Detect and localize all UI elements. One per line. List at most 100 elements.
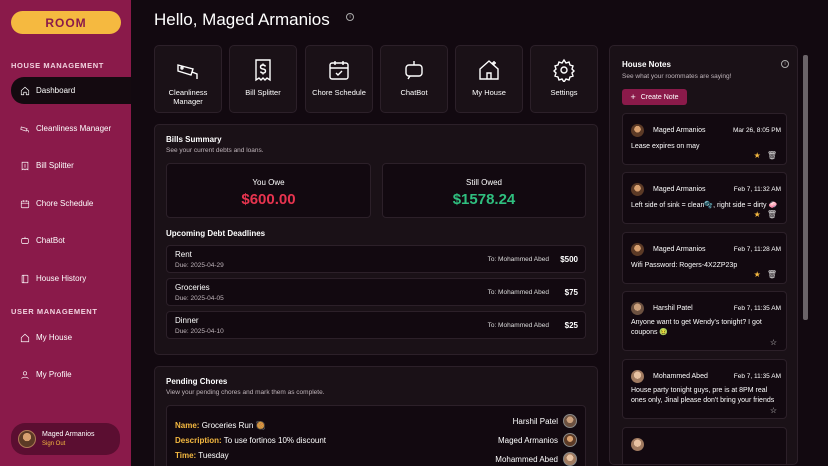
debt-name: Rent [175,250,192,259]
star-outline-icon[interactable]: ☆ [770,338,777,347]
sidebar-item-label: Cleanliness Manager [36,124,112,133]
tile-label: Chore Schedule [312,88,366,97]
debt-recipient: To: Mohammed Abed [487,256,549,263]
sidebar-item-label: My House [36,333,73,342]
chatbot-icon [405,61,423,80]
debt-row[interactable]: Rent Due: 2025-04-29 To: Mohammed Abed $… [166,245,586,273]
avatar [631,370,644,383]
debt-recipient: To: Mohammed Abed [487,289,549,296]
bills-summary-subtitle: See your current debts and loans. [166,147,264,154]
profile-card[interactable]: Maged Armanios Sign Out [11,423,120,455]
receipt-dollar-icon [255,59,271,82]
sidebar-item-label: Dashboard [36,86,76,95]
chore-description: To use fortinos 10% discount [223,436,327,445]
sidebar-item-house-history[interactable]: House History [11,265,131,292]
tile-label: Cleanliness Manager [168,88,208,106]
debt-due: Due: 2025-04-29 [175,262,224,269]
note-card[interactable] [622,427,787,464]
page-title: Hello, Maged Armanios [154,10,330,29]
assignee-name: Harshil Patel [512,416,558,426]
still-owed-card: Still Owed $1578.24 [382,163,586,218]
sidebar-item-bill-splitter[interactable]: Bill Splitter [11,152,131,179]
star-filled-icon[interactable]: ★ [754,270,761,279]
chore-time: Tuesday [198,451,229,460]
house-notes-panel: House Notes See what your roommates are … [609,45,798,465]
sidebar-item-my-profile[interactable]: My Profile [11,361,131,388]
avatar [631,124,644,137]
scrollbar-thumb[interactable] [803,55,808,320]
you-owe-card: You Owe $600.00 [166,163,371,218]
tile-label: Settings [550,88,578,97]
sidebar-item-label: House History [36,274,87,283]
chatbot-icon [21,236,29,244]
sidebar-item-label: ChatBot [36,236,65,245]
avatar [563,433,577,447]
camera-icon [20,125,29,132]
star-filled-icon[interactable]: ★ [754,151,761,160]
user-icon [21,370,29,379]
pending-chores-title: Pending Chores [166,377,228,386]
debt-amount: $25 [564,321,578,330]
trash-icon[interactable]: 🗑 [767,210,777,219]
chore-description-key: Description: [175,436,222,445]
house-notes-subtitle: See what your roommates are saying! [622,73,732,80]
note-date: Feb 7, 11:28 AM [733,246,781,253]
note-card[interactable]: Harshil Patel Feb 7, 11:35 AM Anyone wan… [622,291,787,351]
note-author: Maged Armanios [653,127,706,134]
chore-name-key: Name: [175,421,200,430]
debt-row[interactable]: Dinner Due: 2025-04-10 To: Mohammed Abed… [166,311,586,339]
sidebar-item-cleanliness[interactable]: Cleanliness Manager [11,115,131,142]
book-icon [21,274,29,283]
tile-chore-schedule[interactable]: Chore Schedule [305,45,373,113]
sidebar-item-label: My Profile [36,370,72,379]
info-icon[interactable]: i [346,13,354,21]
trash-icon[interactable]: 🗑 [767,270,777,279]
house-notes-title: House Notes [622,60,671,69]
sidebar-item-dashboard[interactable]: Dashboard [11,77,131,104]
star-outline-icon[interactable]: ☆ [770,406,777,415]
sidebar-item-chatbot[interactable]: ChatBot [11,227,131,254]
calendar-check-icon [329,61,349,80]
tile-chatbot[interactable]: ChatBot [380,45,448,113]
avatar [631,302,644,315]
debt-due: Due: 2025-04-05 [175,295,224,302]
note-card[interactable]: Maged Armanios Mar 26, 8:05 PM Lease exp… [622,113,787,165]
create-note-button[interactable]: + Create Note [622,89,687,105]
sidebar-item-chore-schedule[interactable]: Chore Schedule [11,190,131,217]
note-card[interactable]: Maged Armanios Feb 7, 11:32 AM Left side… [622,172,787,224]
chore-card[interactable]: Name: Groceries Run 🥘 Description: To us… [166,405,586,466]
debt-recipient: To: Mohammed Abed [487,322,549,329]
note-date: Feb 7, 11:32 AM [733,186,781,193]
tile-cleanliness-manager[interactable]: Cleanliness Manager [154,45,222,113]
chore-name: Groceries Run 🥘 [201,421,266,430]
debt-due: Due: 2025-04-10 [175,328,224,335]
note-date: Mar 26, 8:05 PM [732,127,781,134]
sign-out-link[interactable]: Sign Out [42,441,95,447]
info-icon[interactable]: i [781,60,789,68]
plus-icon: + [630,92,636,102]
sidebar-item-label: Chore Schedule [36,199,94,208]
note-date: Feb 7, 11:35 AM [733,373,781,380]
star-filled-icon[interactable]: ★ [754,210,761,219]
sidebar-item-my-house[interactable]: My House [11,324,131,351]
tile-bill-splitter[interactable]: Bill Splitter [229,45,297,113]
note-card[interactable]: Mohammed Abed Feb 7, 11:35 AM House part… [622,359,787,419]
tile-label: ChatBot [400,88,428,97]
tile-settings[interactable]: Settings [530,45,598,113]
note-author: Maged Armanios [653,186,706,193]
still-owed-value: $1578.24 [452,191,516,208]
trash-icon[interactable]: 🗑 [767,151,777,160]
chore-assignee: Maged Armanios [498,433,577,447]
calendar-icon [20,199,30,208]
tile-label: Bill Splitter [245,88,281,97]
debt-row[interactable]: Groceries Due: 2025-04-05 To: Mohammed A… [166,278,586,306]
assignee-name: Maged Armanios [497,435,558,445]
home-icon [20,86,30,95]
sidebar: ROOM HOUSE MANAGEMENT Dashboard Cleanlin… [0,0,131,466]
app-logo[interactable]: ROOM [11,11,121,34]
you-owe-label: You Owe [252,178,285,187]
note-card[interactable]: Maged Armanios Feb 7, 11:28 AM Wifi Pass… [622,232,787,284]
debt-name: Dinner [175,316,199,325]
still-owed-label: Still Owed [465,178,502,187]
tile-my-house[interactable]: My House [455,45,523,113]
